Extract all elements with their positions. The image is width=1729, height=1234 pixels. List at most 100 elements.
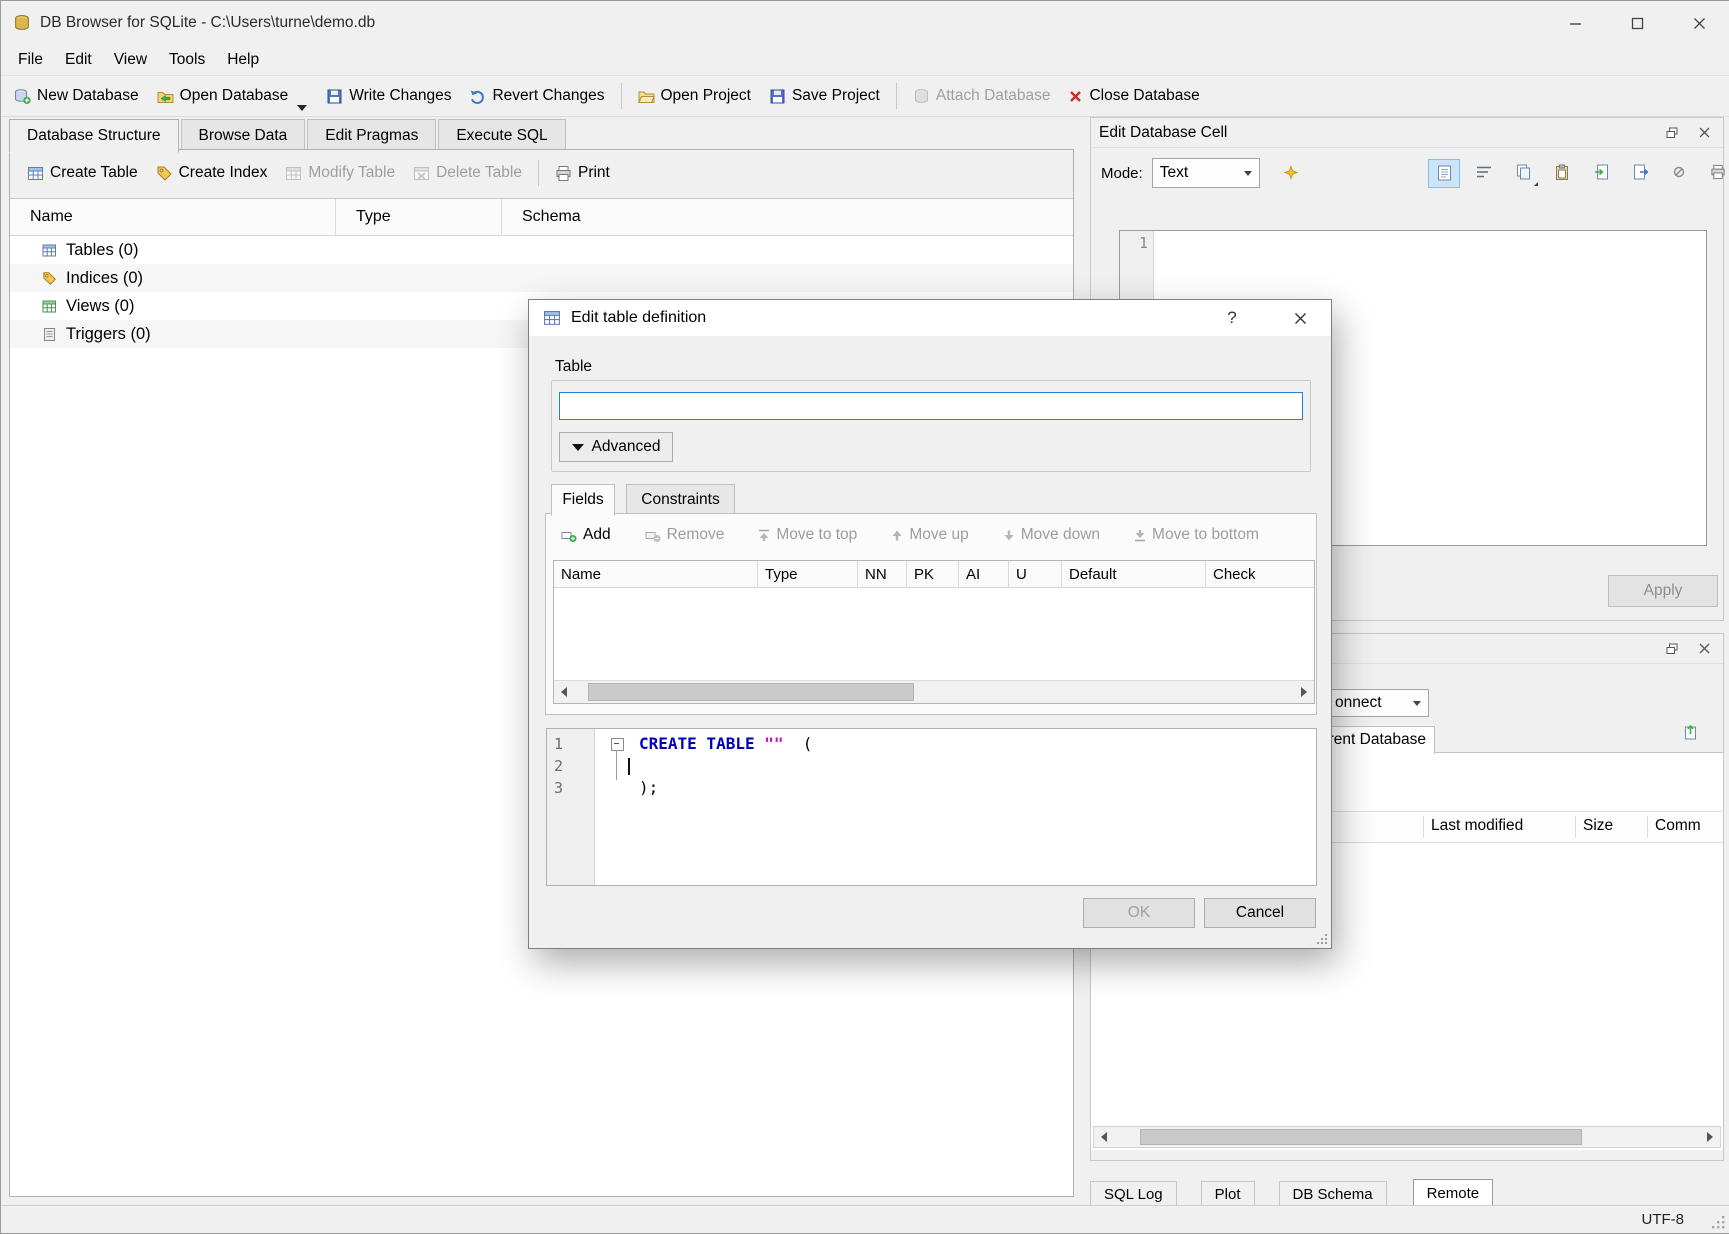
create-table-button[interactable]: Create Table <box>18 158 147 188</box>
resize-grip-icon[interactable] <box>1710 1214 1726 1230</box>
sql-preview: 1 2 3 CREATE TABLE "" ( ); <box>546 728 1317 886</box>
import-button[interactable] <box>1586 159 1616 186</box>
col-pk[interactable]: PK <box>907 561 959 587</box>
dock-tab-sql-log[interactable]: SQL Log <box>1090 1181 1177 1208</box>
table-name-input[interactable] <box>559 392 1303 420</box>
close-panel-icon[interactable] <box>1693 639 1715 659</box>
tree-header-name[interactable]: Name <box>10 199 336 235</box>
open-project-button[interactable]: Open Project <box>629 81 760 111</box>
open-database-icon <box>157 88 174 105</box>
edit-cell-header: Edit Database Cell <box>1091 118 1723 148</box>
dock-tab-db-schema[interactable]: DB Schema <box>1279 1181 1387 1208</box>
tab-constraints[interactable]: Constraints <box>626 484 735 516</box>
dock-tab-plot[interactable]: Plot <box>1201 1181 1255 1208</box>
export-button[interactable] <box>1625 159 1655 186</box>
header-size[interactable]: Size <box>1583 817 1613 835</box>
menu-help[interactable]: Help <box>216 47 270 73</box>
menu-view[interactable]: View <box>103 47 158 73</box>
tree-header-schema[interactable]: Schema <box>502 199 1073 235</box>
add-field-label: Add <box>583 526 611 544</box>
remote-hscrollbar[interactable] <box>1093 1126 1721 1148</box>
tree-item-tables[interactable]: Tables (0) <box>10 236 1073 264</box>
close-panel-icon[interactable] <box>1693 123 1715 143</box>
tree-item-indices[interactable]: Indices (0) <box>10 264 1073 292</box>
minimize-button[interactable] <box>1544 1 1606 45</box>
col-u[interactable]: U <box>1009 561 1062 587</box>
tab-edit-pragmas[interactable]: Edit Pragmas <box>307 119 436 152</box>
dialog-close-button[interactable] <box>1283 304 1317 332</box>
write-changes-label: Write Changes <box>349 87 451 105</box>
revert-changes-button[interactable]: Revert Changes <box>460 81 613 111</box>
col-check[interactable]: Check <box>1206 561 1314 587</box>
fold-marker-icon[interactable] <box>611 738 624 751</box>
remote-upload-button[interactable] <box>1675 718 1705 745</box>
col-type[interactable]: Type <box>758 561 858 587</box>
tab-browse-data[interactable]: Browse Data <box>181 119 306 152</box>
app-icon <box>13 14 31 32</box>
menu-edit[interactable]: Edit <box>54 47 103 73</box>
text-view-button[interactable] <box>1428 159 1460 188</box>
menu-tools[interactable]: Tools <box>158 47 216 73</box>
set-null-button[interactable] <box>1664 159 1694 186</box>
remote-identity-select[interactable]: onnect <box>1327 689 1429 717</box>
chevron-down-icon <box>1413 701 1421 706</box>
header-last-modified[interactable]: Last modified <box>1431 817 1523 835</box>
scroll-left-icon[interactable] <box>554 681 574 703</box>
close-button[interactable] <box>1668 1 1729 45</box>
float-panel-icon[interactable] <box>1661 639 1683 659</box>
open-database-button[interactable]: Open Database <box>148 81 298 111</box>
open-database-dropdown-icon[interactable] <box>297 105 307 111</box>
print-button[interactable]: Print <box>546 158 619 188</box>
auto-switch-icon <box>1283 165 1299 181</box>
tab-database-structure[interactable]: Database Structure <box>9 119 179 153</box>
create-index-button[interactable]: Create Index <box>147 158 277 188</box>
move-up-label: Move up <box>909 526 968 544</box>
fields-hscrollbar[interactable] <box>554 680 1314 703</box>
dialog-title-bar: Edit table definition ? <box>529 300 1331 336</box>
scrollbar-thumb[interactable] <box>1140 1129 1582 1145</box>
line-number: 1 <box>554 733 594 755</box>
new-database-button[interactable]: New Database <box>5 81 148 111</box>
dialog-icon <box>543 309 561 327</box>
tab-fields[interactable]: Fields <box>551 484 615 516</box>
scrollbar-thumb[interactable] <box>588 683 914 701</box>
dock-tab-remote[interactable]: Remote <box>1413 1179 1494 1208</box>
attach-database-label: Attach Database <box>936 87 1051 105</box>
print-cell-button[interactable] <box>1703 159 1729 186</box>
scroll-right-icon[interactable] <box>1294 681 1314 703</box>
advanced-label: Advanced <box>592 438 661 456</box>
close-database-button[interactable]: Close Database <box>1059 81 1208 111</box>
col-ai[interactable]: AI <box>959 561 1009 587</box>
encoding-indicator[interactable]: UTF-8 <box>1642 1211 1685 1228</box>
col-default[interactable]: Default <box>1062 561 1206 587</box>
tab-execute-sql[interactable]: Execute SQL <box>438 119 565 152</box>
float-panel-icon[interactable] <box>1661 123 1683 143</box>
dialog-help-button[interactable]: ? <box>1215 304 1249 332</box>
header-commit[interactable]: Comm <box>1655 817 1701 835</box>
word-wrap-button[interactable] <box>1469 159 1499 186</box>
mode-select[interactable]: Text <box>1152 158 1260 188</box>
auto-switch-mode-button[interactable] <box>1276 160 1306 187</box>
dialog-resize-grip-icon[interactable] <box>1316 933 1328 945</box>
maximize-button[interactable] <box>1606 1 1668 45</box>
move-down-label: Move down <box>1021 526 1100 544</box>
menu-file[interactable]: File <box>7 47 54 73</box>
cancel-button[interactable]: Cancel <box>1204 898 1316 928</box>
create-index-icon <box>156 165 173 182</box>
close-database-label: Close Database <box>1089 87 1199 105</box>
add-field-button[interactable]: Add <box>557 522 615 548</box>
paste-icon <box>1555 164 1569 180</box>
main-tab-bar: Database Structure Browse Data Edit Prag… <box>9 119 568 153</box>
save-project-button[interactable]: Save Project <box>760 81 889 111</box>
tree-header-type[interactable]: Type <box>336 199 502 235</box>
scroll-right-icon[interactable] <box>1700 1127 1720 1147</box>
advanced-button[interactable]: Advanced <box>559 432 673 462</box>
move-to-bottom-label: Move to bottom <box>1152 526 1259 544</box>
fields-grid-body[interactable] <box>554 588 1314 680</box>
copy-button[interactable] <box>1508 159 1538 186</box>
col-nn[interactable]: NN <box>858 561 907 587</box>
write-changes-button[interactable]: Write Changes <box>317 81 460 111</box>
paste-button[interactable] <box>1547 159 1577 186</box>
scroll-left-icon[interactable] <box>1094 1127 1114 1147</box>
col-name[interactable]: Name <box>554 561 758 587</box>
